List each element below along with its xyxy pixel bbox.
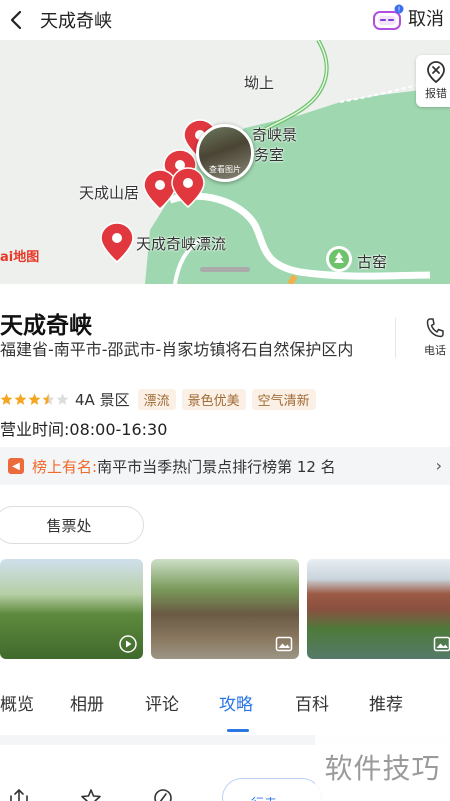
- phone-label: 电话: [424, 344, 446, 357]
- tab-reviews[interactable]: 评论: [145, 690, 179, 715]
- divider: [395, 318, 396, 358]
- assistant-robot-icon[interactable]: !: [372, 4, 404, 32]
- map-marker-5[interactable]: [100, 222, 134, 263]
- image-icon: [275, 636, 293, 652]
- photo-bubble-label: 查看图片: [209, 165, 241, 174]
- star-full-icon: [0, 393, 13, 405]
- back-arrow-icon[interactable]: [4, 8, 28, 32]
- tag-fresh-air: 空气清新: [251, 388, 316, 410]
- tab-overview[interactable]: 概览: [0, 690, 34, 715]
- ranking-banner[interactable]: ◀ 榜上有名: 南平市当季热门景点排行榜第 12 名 ›: [0, 447, 450, 485]
- rating-row: 4A 景区 漂流 景色优美 空气清新: [0, 388, 322, 410]
- image-icon: [433, 636, 450, 652]
- cancel-button[interactable]: 取消: [408, 5, 444, 31]
- gallery-video-thumb[interactable]: [0, 559, 143, 659]
- watermark-text: 软件技巧: [315, 732, 450, 801]
- panel-drag-handle[interactable]: [200, 267, 250, 272]
- rating-stars: [0, 393, 69, 406]
- map-label-scenic-office-1: 奇峡景: [252, 126, 298, 144]
- edit-pen-icon[interactable]: [152, 788, 174, 801]
- report-error-label: 报错: [425, 87, 447, 100]
- poi-name: 天成奇峡: [0, 313, 92, 339]
- share-icon[interactable]: [8, 788, 30, 801]
- route-button[interactable]: 行走: [222, 778, 322, 801]
- svg-text:!: !: [398, 6, 401, 14]
- opening-hours: 营业时间:08:00-16:30: [0, 420, 168, 439]
- gallery-photo-thumb[interactable]: [151, 559, 299, 659]
- phone-button[interactable]: 电话: [418, 318, 450, 358]
- baidu-map-logo: ai地图: [0, 250, 40, 265]
- tag-scenery: 景色优美: [181, 388, 246, 410]
- cancel-area: ! 取消: [372, 4, 444, 32]
- gallery-photo-thumb[interactable]: [307, 559, 450, 659]
- guyao-poi-marker[interactable]: [326, 246, 352, 272]
- star-empty-icon: [56, 393, 69, 405]
- poi-detail-card: 天成奇峡 福建省-南平市-邵武市-肖家坊镇将石自然保护区内 电话 4A 景区 漂…: [0, 284, 450, 801]
- route-label: 行走: [251, 793, 277, 801]
- detail-tabs: 概览 相册 评论 攻略 百科 推荐: [0, 680, 450, 724]
- tab-guides[interactable]: 攻略: [219, 690, 253, 715]
- photo-preview-bubble[interactable]: 查看图片: [196, 124, 254, 182]
- search-query-title[interactable]: 天成奇峡: [40, 7, 112, 33]
- report-error-button[interactable]: 报错: [416, 55, 450, 107]
- tab-recommend[interactable]: 推荐: [369, 690, 403, 715]
- speaker-icon: ◀: [8, 458, 24, 474]
- star-full-icon: [28, 393, 41, 405]
- star-full-icon: [14, 393, 27, 405]
- star-half-icon: [42, 393, 55, 405]
- tag-rafting: 漂流: [137, 388, 176, 410]
- map-label-guyao: 古窑: [357, 253, 388, 271]
- map-label-scenic-office-2: 务室: [254, 146, 285, 164]
- tab-album[interactable]: 相册: [70, 690, 104, 715]
- favorite-star-icon[interactable]: [80, 788, 102, 801]
- location-error-icon: [427, 61, 445, 83]
- map-label-tiancheng-piaoliu: 天成奇峡漂流: [136, 235, 227, 253]
- map-view[interactable]: 坳上 奇峡景 务室 天成山居 天成奇峡漂流 古窑 查看图片 报错 ai地图: [0, 40, 450, 284]
- map-label-tiancheng-shanju: 天成山居: [79, 184, 140, 202]
- scenic-level: 4A 景区: [75, 390, 130, 409]
- phone-icon: [426, 318, 444, 338]
- play-icon: [119, 635, 137, 653]
- poi-address: 福建省-南平市-邵武市-肖家坊镇将石自然保护区内: [0, 340, 354, 359]
- map-label-youshang: 坳上: [244, 74, 275, 92]
- photo-gallery: [0, 559, 450, 659]
- tab-encyclopedia[interactable]: 百科: [295, 690, 329, 715]
- active-tab-indicator: [227, 729, 249, 732]
- top-bar: 天成奇峡 ! 取消: [0, 0, 450, 40]
- ranking-label: 榜上有名:: [32, 457, 98, 476]
- ticket-office-button[interactable]: 售票处: [0, 506, 144, 544]
- ranking-text: 南平市当季热门景点排行榜第 12 名: [97, 457, 336, 476]
- chevron-right-icon: ›: [435, 456, 442, 475]
